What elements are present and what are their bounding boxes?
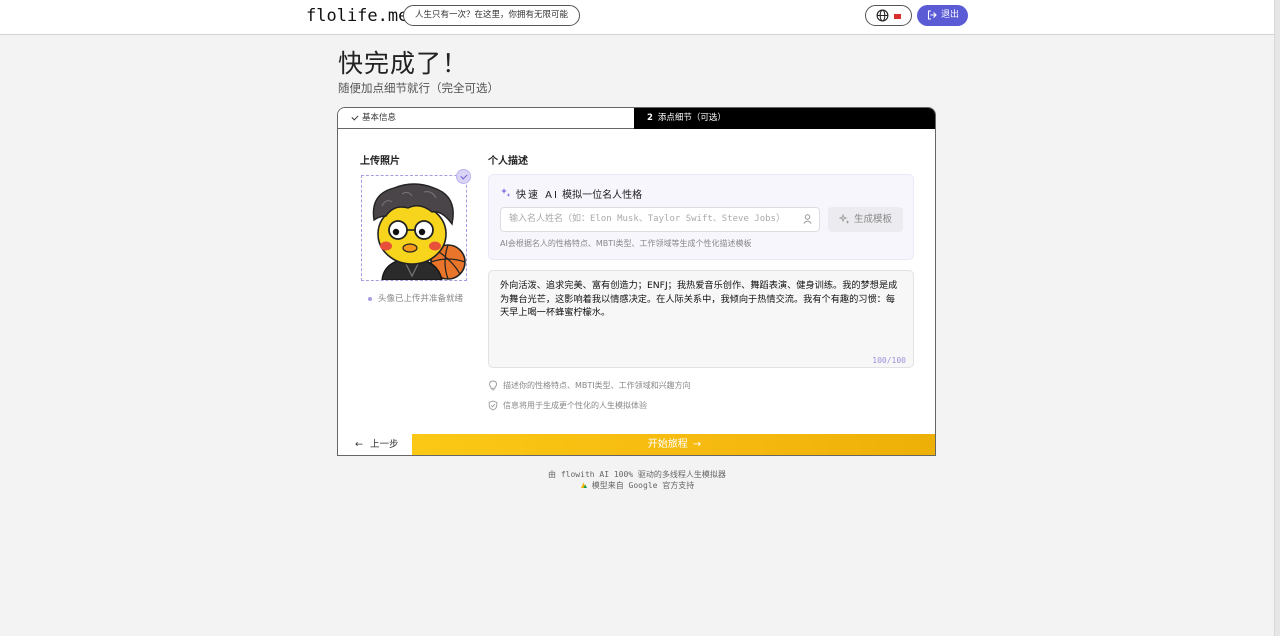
slogan-pill: 人生只有一次？在这里，你拥有无限可能	[403, 5, 581, 26]
back-label: 上一步	[369, 439, 399, 450]
ai-panel-title: 快速 AI 模拟一位名人性格	[516, 186, 642, 201]
site-logo[interactable]: flolife.me	[306, 6, 408, 26]
start-journey-label: 开始旅程	[647, 439, 688, 450]
china-flag-icon	[894, 14, 901, 19]
upload-photo-label: 上传照片	[360, 156, 400, 167]
description-label: 个人描述	[488, 156, 528, 167]
generate-template-label: 生成模板	[854, 214, 893, 225]
lightbulb-icon	[489, 380, 497, 391]
logout-label: 退出	[941, 10, 960, 20]
celebrity-name-placeholder: 输入名人姓名（如：Elon Musk、Taylor Swift、Steve Jo…	[509, 214, 785, 224]
page-subtitle: 随便加点细节就行（完全可选）	[338, 81, 499, 95]
shield-check-icon	[488, 400, 498, 411]
sparkle-icon	[501, 188, 511, 197]
avatar-image	[372, 183, 466, 281]
check-icon	[351, 113, 359, 121]
footer-powered-by: 由 flowith AI 100% 驱动的多线程人生模拟器	[548, 470, 726, 479]
back-button[interactable]: ← 上一步	[338, 434, 412, 455]
tab-basic-info-label: 基本信息	[362, 113, 397, 123]
google-gemini-icon	[580, 482, 587, 488]
upload-success-check-icon	[456, 169, 471, 184]
form-card: 基本信息 2 添点细节（可选） 上传照片 个人描述 头像已上传并准备就绪 快速 …	[337, 107, 936, 456]
photo-upload-area[interactable]	[361, 175, 467, 281]
step-number: 2	[647, 113, 653, 123]
tip-privacy: 信息将用于生成更个性化的人生模拟体验	[488, 400, 647, 411]
footer-model-source: 模型来自 Google 官方支持	[0, 480, 1274, 491]
sparkle-icon	[839, 214, 850, 224]
tab-add-details-label: 添点细节（可选）	[657, 113, 726, 123]
photo-status-text: 头像已上传并准备就绪	[368, 292, 463, 304]
top-header: flolife.me 人生只有一次？在这里，你拥有无限可能 退出	[0, 0, 1274, 35]
globe-icon	[876, 9, 889, 22]
description-textarea[interactable]: 外向活泼、追求完美、富有创造力；ENFJ；我热爱音乐创作、舞蹈表演、健身训练。我…	[488, 270, 914, 368]
page-scrollbar[interactable]	[1274, 0, 1280, 636]
person-icon	[803, 214, 812, 224]
page-title: 快完成了！	[338, 49, 469, 78]
tip-personality-label: 描述你的性格特点、MBTI类型、工作领域和兴趣方向	[503, 381, 691, 390]
celebrity-name-input[interactable]: 输入名人姓名（如：Elon Musk、Taylor Swift、Steve Jo…	[500, 207, 820, 232]
photo-status-label: 头像已上传并准备就绪	[378, 294, 464, 304]
logout-button[interactable]: 退出	[917, 5, 968, 26]
description-text: 外向活泼、追求完美、富有创造力；ENFJ；我热爱音乐创作、舞蹈表演、健身训练。我…	[500, 280, 898, 318]
ai-hint-text: AI会根据名人的性格特点、MBTI类型、工作领域等生成个性化描述模板	[500, 239, 752, 248]
language-button[interactable]	[865, 5, 912, 26]
tip-personality: 描述你的性格特点、MBTI类型、工作领域和兴趣方向	[488, 380, 691, 391]
ai-title-prefix: 快速 AI	[516, 190, 559, 201]
ai-title-rest: 模拟一位名人性格	[558, 190, 643, 201]
start-journey-button[interactable]: 开始旅程 →	[412, 434, 935, 455]
arrow-left-icon: ←	[355, 439, 363, 450]
char-count: 100/100	[872, 356, 906, 365]
ai-template-panel: 快速 AI 模拟一位名人性格 输入名人姓名（如：Elon Musk、Taylor…	[488, 174, 914, 260]
logout-icon	[927, 10, 937, 20]
tip-privacy-label: 信息将用于生成更个性化的人生模拟体验	[503, 401, 647, 410]
arrow-right-icon: →	[692, 439, 702, 450]
generate-template-button[interactable]: 生成模板	[828, 207, 903, 232]
status-dot-icon	[368, 296, 372, 301]
tab-add-details[interactable]: 2 添点细节（可选）	[634, 108, 935, 129]
footer-model-label: 模型来自 Google 官方支持	[591, 481, 695, 490]
tab-basic-info[interactable]: 基本信息	[338, 108, 634, 129]
